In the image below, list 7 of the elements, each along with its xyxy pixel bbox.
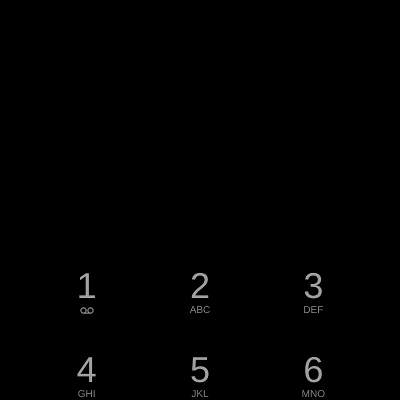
dial-key[interactable]: 2 ABC (170, 268, 230, 316)
dial-key[interactable]: 4 GHI (56, 352, 117, 400)
dial-key[interactable]: 6 MNO (283, 352, 344, 400)
voicemail-icon (80, 307, 94, 314)
dial-key[interactable]: 1 (56, 268, 117, 316)
dial-key[interactable]: 5 JKL (170, 352, 230, 400)
dial-key[interactable]: 3 DEF (283, 268, 344, 316)
